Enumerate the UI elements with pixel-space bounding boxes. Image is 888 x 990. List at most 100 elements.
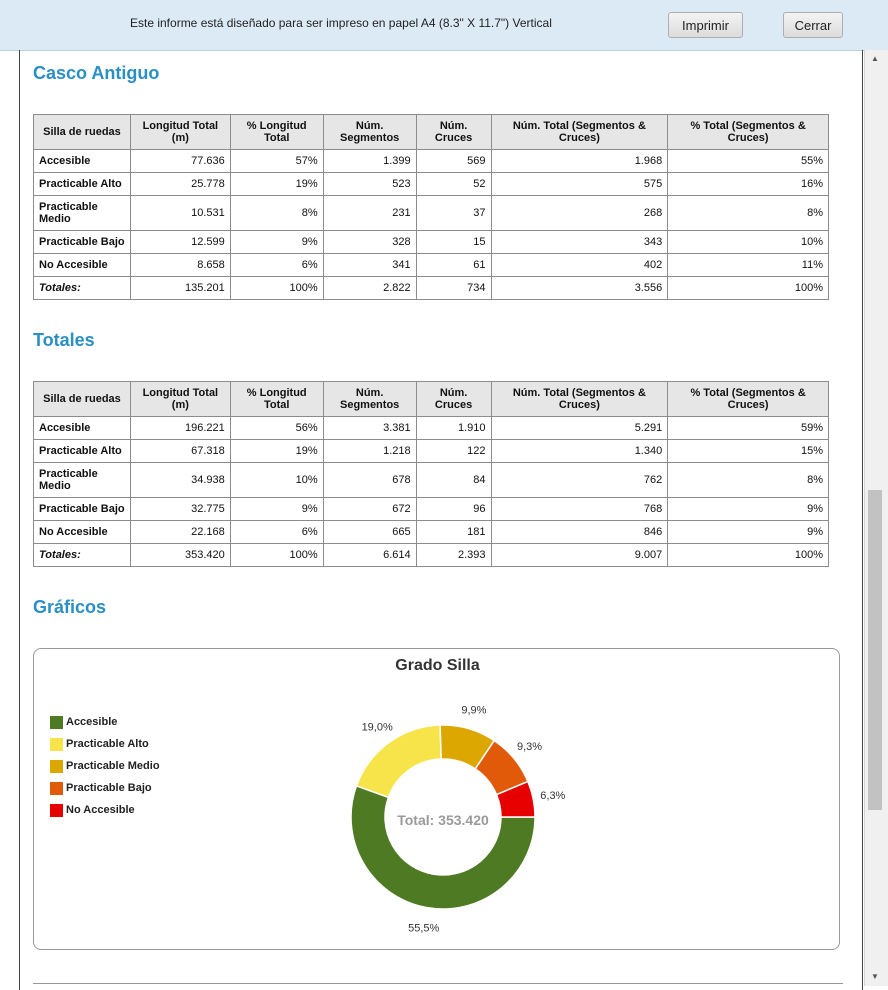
table-row: Totales: 353.420 100% 6.614 2.393 9.007 100% [33, 543, 829, 567]
slice-percent-label: 55,5% [408, 922, 439, 934]
table-cell: 575 [490, 172, 669, 196]
table-header-row: Silla de ruedas Longitud Total (m)% Longi… [33, 381, 829, 417]
row-label: Practicable Alto [33, 439, 131, 463]
table-row: Practicable Medio 34.938 10% 678 84 762 8% [33, 462, 829, 498]
table-cell: 37 [415, 195, 492, 231]
table-cell: 15% [667, 439, 829, 463]
print-info-message: Este informe está diseñado para ser impr… [130, 16, 552, 30]
row-label: Practicable Alto [33, 172, 131, 196]
table-cell: 2.822 [322, 276, 417, 300]
table-cell: 231 [322, 195, 417, 231]
table-cell: 10% [667, 230, 829, 254]
table-cell: 32.775 [129, 497, 231, 521]
row-label: Practicable Medio [33, 195, 131, 231]
table-cell: 9% [229, 497, 324, 521]
table-cell: 665 [322, 520, 417, 544]
table-cell: 57% [229, 149, 324, 173]
table-cell: 341 [322, 253, 417, 277]
donut-slice [355, 724, 442, 799]
scrollbar-thumb[interactable] [868, 490, 882, 810]
table-cell: 5.291 [490, 416, 669, 440]
table-cell: 196.221 [129, 416, 231, 440]
table-cell: 846 [490, 520, 669, 544]
table-cell: 402 [490, 253, 669, 277]
table-cell: 8.658 [129, 253, 231, 277]
table-row: No Accesible 22.168 6% 665 181 846 9% [33, 520, 829, 544]
table-cell: 16% [667, 172, 829, 196]
row-label: Totales: [33, 543, 131, 567]
column-header: Núm. Total (Segmentos & Cruces) [490, 114, 669, 150]
table-cell: 328 [322, 230, 417, 254]
table-cell: 523 [322, 172, 417, 196]
scroll-down-arrow-icon[interactable]: ▼ [871, 972, 879, 981]
table-cell: 672 [322, 497, 417, 521]
print-toolbar: Este informe está diseñado para ser impr… [0, 0, 888, 51]
table-cell: 353.420 [129, 543, 231, 567]
table-casco-antiguo: Silla de ruedas Longitud Total (m)% Longi… [33, 114, 829, 300]
table-cell: 9% [667, 497, 829, 521]
table-cell: 61 [415, 253, 492, 277]
row-label: Practicable Medio [33, 462, 131, 498]
table-cell: 6.614 [322, 543, 417, 567]
row-label: No Accesible [33, 520, 131, 544]
table-cell: 678 [322, 462, 417, 498]
table-cell: 56% [229, 416, 324, 440]
column-header: Núm. Cruces [415, 381, 492, 417]
table-cell: 52 [415, 172, 492, 196]
table-cell: 100% [667, 543, 829, 567]
table-cell: 762 [490, 462, 669, 498]
slice-percent-label: 9,3% [517, 741, 542, 753]
table-cell: 734 [415, 276, 492, 300]
column-header: % Longitud Total [229, 114, 324, 150]
slice-percent-label: 9,9% [461, 704, 486, 716]
table-cell: 100% [229, 276, 324, 300]
table-cell: 268 [490, 195, 669, 231]
column-header: Silla de ruedas [33, 114, 131, 150]
table-row: Accesible 77.636 57% 1.399 569 1.968 55% [33, 149, 829, 173]
table-cell: 122 [415, 439, 492, 463]
table-cell: 22.168 [129, 520, 231, 544]
table-cell: 12.599 [129, 230, 231, 254]
row-label: Accesible [33, 149, 131, 173]
scroll-up-arrow-icon[interactable]: ▲ [871, 54, 879, 63]
table-cell: 9% [667, 520, 829, 544]
donut-chart: Total: 353.420 55,5% 19,0% 9,9% 9,3% 6,3% [350, 704, 566, 934]
table-cell: 11% [667, 253, 829, 277]
table-cell: 9.007 [490, 543, 669, 567]
table-cell: 96 [415, 497, 492, 521]
table-cell: 67.318 [129, 439, 231, 463]
table-cell: 1.910 [415, 416, 492, 440]
slice-percent-label: 6,3% [540, 790, 565, 802]
table-cell: 3.556 [490, 276, 669, 300]
table-row: Totales: 135.201 100% 2.822 734 3.556 100% [33, 276, 829, 300]
table-row: Practicable Bajo 12.599 9% 328 15 343 10% [33, 230, 829, 254]
table-cell: 8% [229, 195, 324, 231]
content-bottom-border [33, 983, 843, 984]
column-header: Longitud Total (m) [129, 381, 231, 417]
table-cell: 100% [667, 276, 829, 300]
print-button[interactable]: Imprimir [668, 12, 743, 38]
row-label: Practicable Bajo [33, 497, 131, 521]
table-cell: 59% [667, 416, 829, 440]
table-cell: 1.968 [490, 149, 669, 173]
table-cell: 100% [229, 543, 324, 567]
table-cell: 6% [229, 520, 324, 544]
table-row: Practicable Bajo 32.775 9% 672 96 768 9% [33, 497, 829, 521]
table-cell: 8% [667, 195, 829, 231]
close-button[interactable]: Cerrar [783, 12, 843, 38]
table-cell: 10% [229, 462, 324, 498]
table-cell: 15 [415, 230, 492, 254]
table-cell: 181 [415, 520, 492, 544]
table-cell: 10.531 [129, 195, 231, 231]
table-cell: 34.938 [129, 462, 231, 498]
row-label: Practicable Bajo [33, 230, 131, 254]
table-cell: 77.636 [129, 149, 231, 173]
table-cell: 19% [229, 439, 324, 463]
table-cell: 569 [415, 149, 492, 173]
section-title-graficos: Gráficos [33, 597, 107, 617]
chart-panel: Grado Silla Accesible Practicable Alto Pra… [33, 648, 840, 950]
table-row: Accesible 196.221 56% 3.381 1.910 5.291 59% [33, 416, 829, 440]
section-title-casco-antiguo: Casco Antiguo [33, 63, 160, 83]
vertical-scrollbar[interactable]: ▲ ▼ [864, 50, 888, 986]
column-header: Núm. Total (Segmentos & Cruces) [490, 381, 669, 417]
